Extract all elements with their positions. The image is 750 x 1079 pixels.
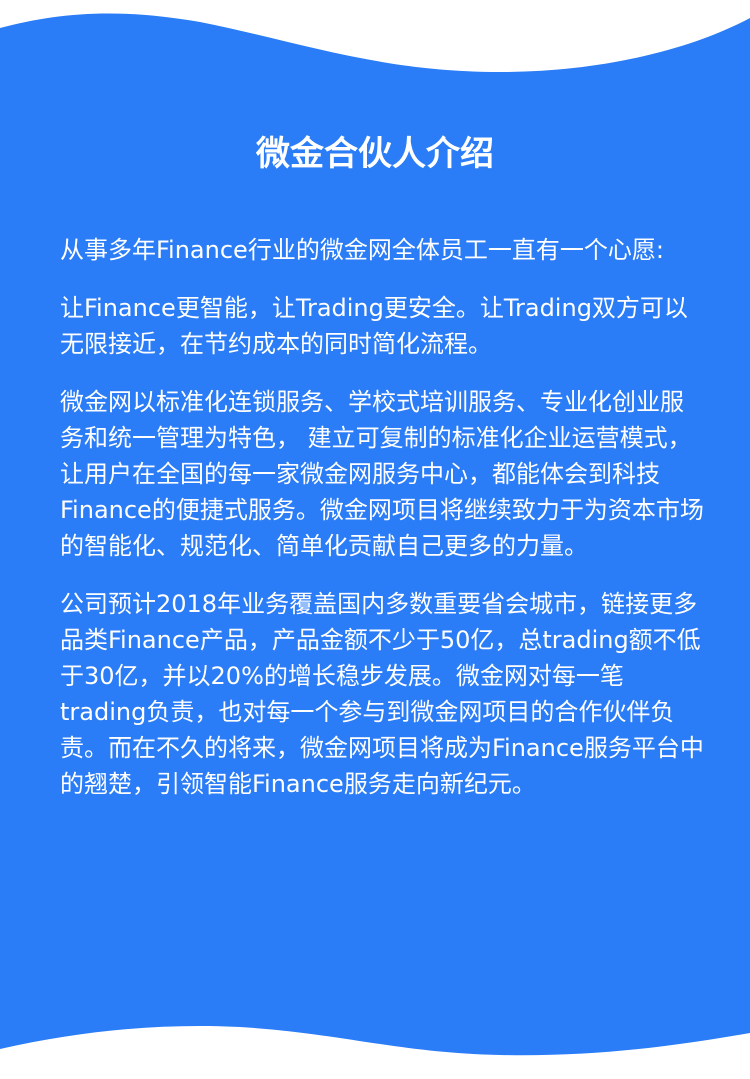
page-title: 微金合伙人介绍 — [256, 134, 494, 174]
intro-paragraph-1: 从事多年Finance行业的微金网全体员工一直有一个心愿: — [60, 236, 664, 264]
intro-page: 微金合伙人介绍 从事多年Finance行业的微金网全体员工一直有一个心愿: 让F… — [0, 0, 750, 1079]
intro-paragraph-2: 让Finance更智能，让Trading更安全。让Trading双方可以无限接近… — [60, 294, 688, 358]
bottom-wave-decoration — [0, 1025, 750, 1079]
intro-paragraph-3: 微金网以标准化连锁服务、学校式培训服务、专业化创业服务和统一管理为特色， 建立可… — [60, 388, 704, 560]
top-wave-decoration — [0, 0, 750, 72]
intro-body: 从事多年Finance行业的微金网全体员工一直有一个心愿: 让Finance更智… — [60, 232, 705, 824]
intro-paragraph-4: 公司预计2018年业务覆盖国内多数重要省会城市，链接更多品类Finance产品，… — [60, 590, 704, 798]
